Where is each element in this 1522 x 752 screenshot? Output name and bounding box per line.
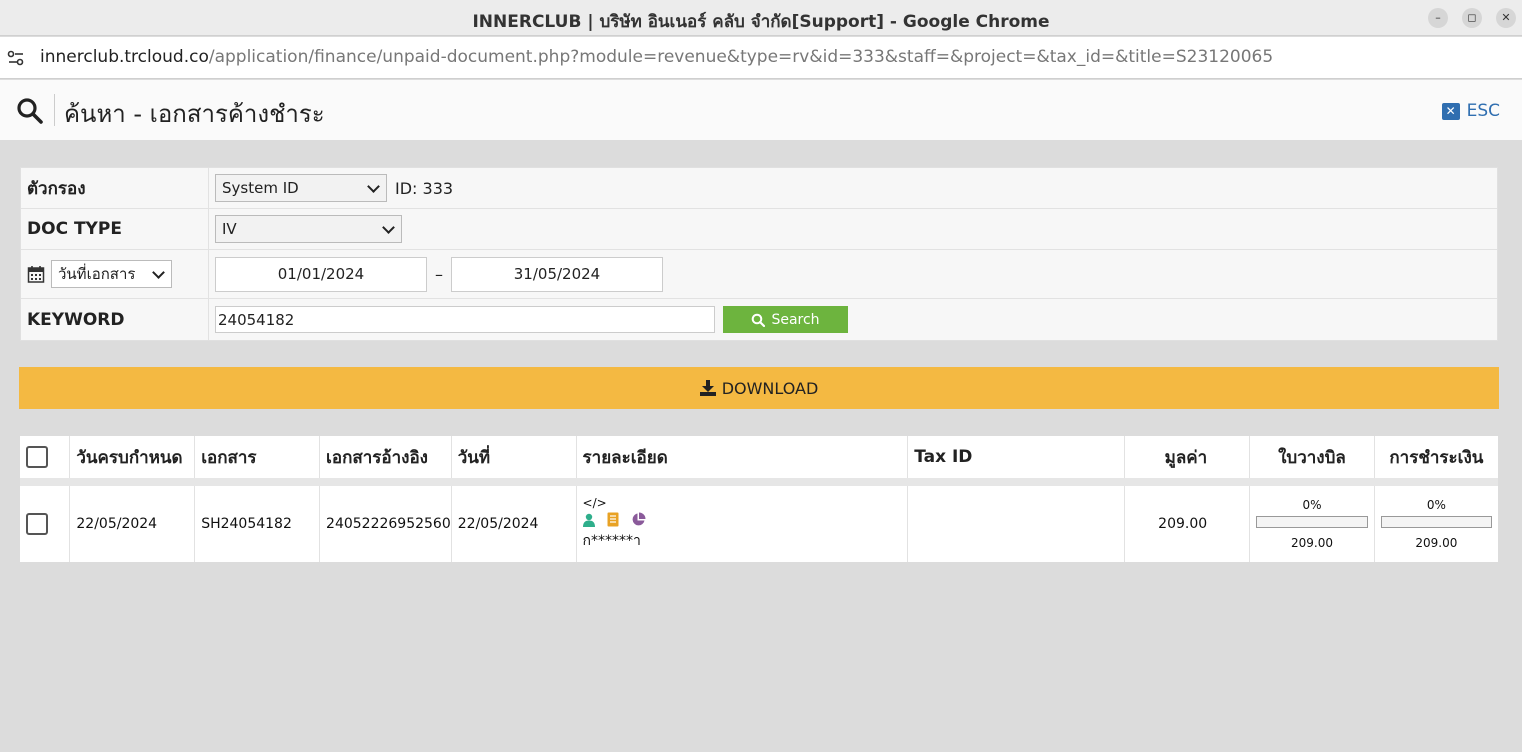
header-divider	[54, 94, 55, 126]
row-document[interactable]: SH24054182	[194, 486, 321, 562]
date-value-cell: 01/01/2024 – 31/05/2024	[209, 256, 663, 292]
doctype-row: DOC TYPE IV	[21, 209, 1497, 250]
header-amount[interactable]: มูลค่า	[1124, 436, 1251, 478]
row-payment: 0% 209.00	[1374, 486, 1498, 562]
download-button[interactable]: DOWNLOAD	[19, 367, 1499, 409]
close-button[interactable]: ✕	[1496, 8, 1516, 28]
document-icon[interactable]	[607, 512, 619, 527]
row-checkbox[interactable]	[26, 513, 48, 535]
row-date: 22/05/2024	[451, 486, 577, 562]
pie-chart-icon[interactable]	[631, 512, 646, 527]
select-all-cell	[20, 436, 71, 478]
filter-id-text: ID: 333	[395, 178, 454, 198]
esc-button[interactable]: ✕ ESC	[1441, 101, 1500, 121]
search-button[interactable]: Search	[723, 306, 848, 333]
esc-label: ESC	[1466, 101, 1500, 121]
header-billing[interactable]: ใบวางบิล	[1249, 436, 1375, 478]
table-row[interactable]: 22/05/2024 SH24054182 24052226952560 22/…	[20, 486, 1498, 562]
header-due-date[interactable]: วันครบกำหนด	[69, 436, 196, 478]
header-document[interactable]: เอกสาร	[194, 436, 321, 478]
chevron-down-icon	[152, 265, 165, 279]
results-table: วันครบกำหนด เอกสาร เอกสารอ้างอิง วันที่ …	[20, 436, 1498, 562]
filter-panel: ตัวกรอง System ID ID: 333 DOC TYPE IV วั…	[20, 167, 1498, 341]
esc-close-icon: ✕	[1441, 102, 1460, 120]
date-separator: –	[435, 264, 443, 284]
date-row: วันที่เอกสาร 01/01/2024 – 31/05/2024	[21, 250, 1497, 299]
page-title: ค้นหา - เอกสารค้างชำระ	[64, 100, 325, 128]
doctype-select-value: IV	[222, 220, 237, 238]
window-title: INNERCLUB | บริษัท อินเนอร์ คลับ จำกัด[S…	[472, 12, 1050, 32]
row-detail-name: ก******า	[582, 533, 641, 549]
row-tax-id	[907, 486, 1126, 562]
date-label-cell: วันที่เอกสาร	[21, 250, 209, 298]
billing-progress-wrap: 0% 209.00	[1256, 498, 1374, 550]
keyword-input[interactable]: 24054182	[215, 306, 715, 333]
row-billing: 0% 209.00	[1249, 486, 1375, 562]
keyword-label: KEYWORD	[21, 299, 209, 340]
calendar-icon	[27, 266, 45, 283]
date-type-select-value: วันที่เอกสาร	[58, 265, 136, 283]
download-label: DOWNLOAD	[721, 378, 819, 398]
url-host: innerclub.trcloud.co	[40, 47, 209, 67]
row-reference: 24052226952560	[319, 486, 452, 562]
payment-progress-wrap: 0% 209.00	[1380, 498, 1498, 550]
chevron-down-icon	[367, 179, 380, 193]
row-detail: </> ก******า	[576, 486, 909, 562]
billing-amount: 209.00	[1290, 536, 1333, 550]
date-from-input[interactable]: 01/01/2024	[215, 256, 427, 292]
url-path: /application/finance/unpaid-document.php…	[208, 47, 1274, 67]
payment-percent: 0%	[1426, 498, 1446, 512]
doctype-value-cell: IV	[209, 215, 402, 243]
doctype-label: DOC TYPE	[21, 209, 209, 249]
keyword-row: KEYWORD 24054182 Search	[21, 299, 1497, 340]
search-icon	[17, 98, 43, 124]
site-info-icon[interactable]	[6, 48, 26, 68]
user-icon[interactable]	[582, 513, 595, 527]
payment-progress-bar	[1380, 516, 1492, 528]
date-to-input[interactable]: 31/05/2024	[451, 256, 663, 292]
download-icon	[699, 380, 716, 396]
header-detail[interactable]: รายละเอียด	[576, 436, 909, 478]
row-due-date: 22/05/2024	[69, 486, 196, 562]
search-button-label: Search	[771, 311, 820, 328]
filter-label: ตัวกรอง	[21, 168, 209, 208]
filter-select[interactable]: System ID	[215, 174, 387, 202]
maximize-button[interactable]: ◻	[1462, 8, 1482, 28]
row-amount: 209.00	[1124, 486, 1251, 562]
header-payment[interactable]: การชำระเงิน	[1374, 436, 1498, 478]
search-icon	[752, 313, 766, 327]
page-header: ค้นหา - เอกสารค้างชำระ ✕ ESC	[0, 80, 1522, 140]
table-spacer	[20, 478, 1498, 486]
row-select-cell	[20, 486, 71, 562]
filter-select-value: System ID	[222, 179, 299, 197]
code-icon[interactable]: </>	[583, 496, 908, 510]
header-reference[interactable]: เอกสารอ้างอิง	[319, 436, 452, 478]
date-type-select[interactable]: วันที่เอกสาร	[51, 260, 172, 288]
chevron-down-icon	[382, 220, 395, 234]
doctype-select[interactable]: IV	[215, 215, 402, 243]
filter-value-cell: System ID ID: 333	[209, 174, 453, 202]
payment-amount: 209.00	[1415, 536, 1458, 550]
filter-row: ตัวกรอง System ID ID: 333	[21, 168, 1497, 209]
window-titlebar: INNERCLUB | บริษัท อินเนอร์ คลับ จำกัด[S…	[0, 0, 1522, 36]
header-date[interactable]: วันที่	[451, 436, 577, 478]
billing-percent: 0%	[1302, 498, 1322, 512]
billing-progress-bar	[1256, 516, 1368, 528]
header-tax-id[interactable]: Tax ID	[907, 436, 1126, 478]
address-bar[interactable]: innerclub.trcloud.co/application/finance…	[0, 37, 1522, 79]
detail-icons	[582, 512, 908, 527]
table-header-row: วันครบกำหนด เอกสาร เอกสารอ้างอิง วันที่ …	[20, 436, 1498, 478]
select-all-checkbox[interactable]	[26, 446, 48, 468]
keyword-value-cell: 24054182 Search	[209, 306, 848, 333]
minimize-button[interactable]: –	[1428, 8, 1448, 28]
url-text[interactable]: innerclub.trcloud.co/application/finance…	[40, 47, 1273, 67]
